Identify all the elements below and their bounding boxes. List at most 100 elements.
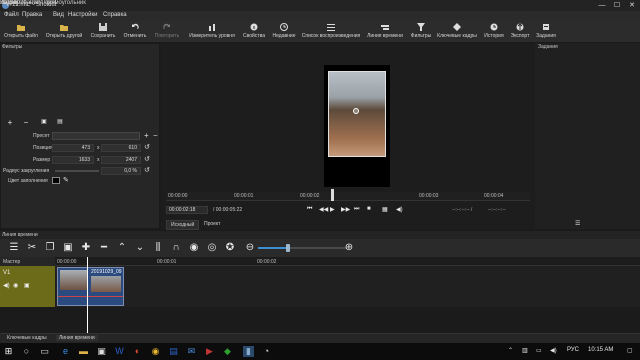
- remove-icon[interactable]: ━: [98, 242, 110, 254]
- skip-to-end-icon[interactable]: ⏭: [354, 206, 359, 213]
- open-other-button[interactable]: Открыть другой: [42, 23, 86, 39]
- ripple-icon[interactable]: ◎: [206, 242, 218, 254]
- mute-icon[interactable]: ◀): [3, 282, 10, 289]
- network-icon[interactable]: ▥: [522, 347, 528, 354]
- save-preset-icon[interactable]: +: [144, 131, 149, 140]
- timeline-playhead[interactable]: [87, 257, 88, 335]
- paste-icon[interactable]: ▣: [62, 242, 74, 254]
- app-icon[interactable]: ◆: [222, 346, 233, 357]
- edge-browser-icon[interactable]: e: [60, 346, 71, 357]
- radius-slider[interactable]: [55, 170, 99, 172]
- rewind-icon[interactable]: ◀◀: [319, 206, 328, 213]
- size-reset-icon[interactable]: ↺: [144, 155, 150, 163]
- grid-icon[interactable]: ▦: [382, 206, 388, 213]
- eye-icon[interactable]: ◉: [13, 282, 18, 289]
- redo-button[interactable]: Повторить: [152, 23, 182, 39]
- lock-icon[interactable]: ▣: [24, 282, 30, 289]
- mail-icon[interactable]: ✉: [186, 346, 197, 357]
- keyframes-button[interactable]: Ключевые кадры: [436, 23, 478, 39]
- preset-select[interactable]: [52, 132, 140, 140]
- timeline-ruler[interactable]: [55, 257, 640, 266]
- volume-tray-icon[interactable]: ◀): [550, 347, 557, 354]
- eyedropper-icon[interactable]: ✎: [63, 176, 69, 184]
- timeline-clip[interactable]: 20191029_09: [57, 267, 124, 306]
- tab-keyframes[interactable]: Ключевые кадры: [4, 335, 50, 341]
- shotcut-taskbar-icon[interactable]: ▮: [243, 346, 254, 357]
- windows-start-icon[interactable]: ⊞: [3, 346, 14, 357]
- tab-timeline[interactable]: Линия времени: [56, 335, 98, 341]
- battery-icon[interactable]: ▭: [536, 347, 542, 354]
- history-button[interactable]: История: [480, 23, 508, 39]
- remove-filter-button[interactable]: −: [21, 119, 31, 127]
- current-time-field[interactable]: 00:00:02:18: [166, 206, 208, 214]
- zoom-in-icon[interactable]: ⊕: [343, 242, 355, 254]
- photos-icon[interactable]: ▤: [168, 346, 179, 357]
- minimize-button[interactable]: —: [596, 1, 608, 10]
- loop-icon[interactable]: ■: [367, 206, 371, 212]
- size-height-field[interactable]: 2407: [101, 156, 141, 164]
- powerpoint-icon[interactable]: ◐: [132, 346, 143, 357]
- filters-button[interactable]: Фильтры: [408, 23, 434, 39]
- maximize-button[interactable]: ☐: [611, 1, 623, 10]
- lift-icon[interactable]: ⌃: [116, 242, 128, 254]
- people-icon[interactable]: ⌃: [508, 347, 513, 354]
- zoom-slider-handle[interactable]: [286, 244, 290, 252]
- export-button[interactable]: Экспорт: [508, 23, 532, 39]
- language-indicator[interactable]: РУС: [567, 347, 579, 353]
- copy-filter-icon[interactable]: ▣: [39, 119, 49, 126]
- media-player-icon[interactable]: ▶: [204, 346, 215, 357]
- pause-jobs-button[interactable]: Пауза: [0, 0, 17, 6]
- video-frame-crop-rect[interactable]: [328, 71, 386, 157]
- timeline-menu-icon[interactable]: ☰: [8, 242, 20, 254]
- timeline-button[interactable]: Линия времени: [364, 23, 406, 39]
- jobs-menu-icon[interactable]: ☰: [575, 220, 580, 227]
- play-icon[interactable]: ▶: [330, 206, 335, 213]
- jobs-button[interactable]: Задания: [534, 23, 558, 39]
- snap-icon[interactable]: ∩: [170, 242, 182, 254]
- tab-source[interactable]: Исходный: [166, 220, 200, 230]
- split-icon[interactable]: ⫼: [152, 242, 164, 254]
- ripple-all-icon[interactable]: ✪: [224, 242, 236, 254]
- delete-preset-icon[interactable]: −: [153, 131, 158, 140]
- player-ruler[interactable]: [166, 192, 530, 201]
- menu-edit[interactable]: Правка: [22, 12, 42, 18]
- append-icon[interactable]: ✚: [80, 242, 92, 254]
- save-button[interactable]: Сохранить: [88, 23, 118, 39]
- task-view-icon[interactable]: ▭: [39, 346, 50, 357]
- undo-button[interactable]: Отменить: [120, 23, 150, 39]
- clock[interactable]: 10:15 AM: [588, 347, 613, 353]
- volume-icon[interactable]: ◀): [396, 206, 403, 213]
- crop-center-handle[interactable]: [353, 108, 359, 114]
- size-width-field[interactable]: 1633: [52, 156, 94, 164]
- tab-project[interactable]: Проект: [200, 220, 224, 228]
- recorder-icon[interactable]: ◔: [261, 346, 272, 357]
- search-icon[interactable]: ○: [21, 346, 32, 357]
- player-playhead[interactable]: [331, 189, 334, 201]
- store-icon[interactable]: ▣: [96, 346, 107, 357]
- copy-icon[interactable]: ❐: [44, 242, 56, 254]
- radius-field[interactable]: 0,0 %: [101, 167, 141, 175]
- close-button[interactable]: ✕: [626, 1, 638, 10]
- menu-settings[interactable]: Настройки: [68, 12, 97, 18]
- overwrite-icon[interactable]: ⌄: [134, 242, 146, 254]
- skip-to-start-icon[interactable]: ⏮: [307, 206, 312, 213]
- menu-help[interactable]: Справка: [103, 12, 127, 18]
- add-filter-button[interactable]: +: [5, 119, 15, 127]
- playlist-button[interactable]: Список воспроизведения: [300, 23, 362, 39]
- fast-forward-icon[interactable]: ▶▶: [341, 206, 350, 213]
- scrub-icon[interactable]: ◉: [188, 242, 200, 254]
- word-icon[interactable]: W: [114, 346, 125, 357]
- properties-button[interactable]: Свойства: [240, 23, 268, 39]
- recent-button[interactable]: Недавние: [270, 23, 298, 39]
- radius-reset-icon[interactable]: ↺: [144, 166, 150, 174]
- menu-file[interactable]: Файл: [4, 12, 19, 18]
- file-explorer-icon[interactable]: ▬: [78, 346, 89, 357]
- fill-color-swatch[interactable]: [52, 177, 60, 184]
- position-y-field[interactable]: 610: [101, 144, 141, 152]
- paste-filter-icon[interactable]: ▤: [55, 119, 65, 126]
- position-reset-icon[interactable]: ↺: [144, 143, 150, 151]
- cut-icon[interactable]: ✂: [26, 242, 38, 254]
- zoom-out-icon[interactable]: ⊖: [244, 242, 256, 254]
- open-file-button[interactable]: Открыть файл: [2, 23, 40, 39]
- notifications-icon[interactable]: ▢: [627, 347, 633, 354]
